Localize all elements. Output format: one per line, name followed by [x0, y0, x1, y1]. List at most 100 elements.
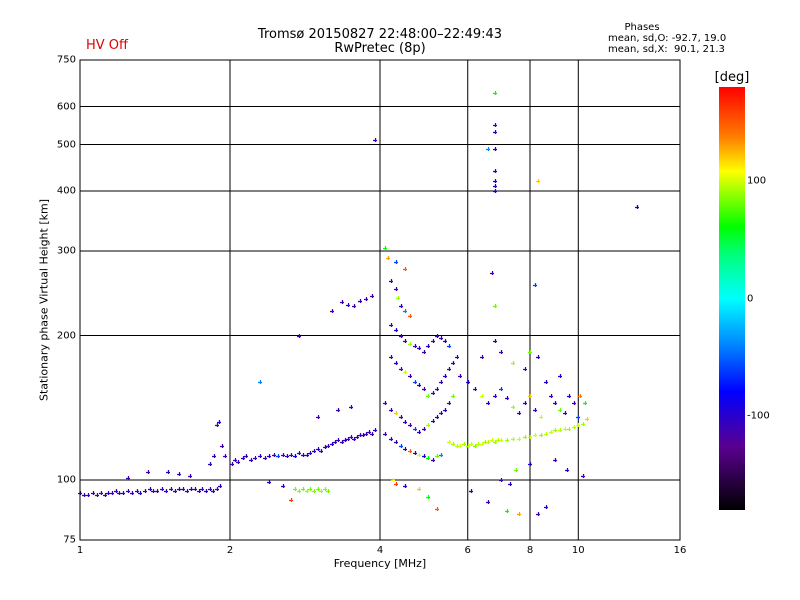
- data-point: [435, 454, 439, 458]
- data-point: [493, 179, 497, 183]
- data-point: [148, 487, 152, 491]
- ionogram-figure: HV Off Tromsø 20150827 22:48:00–22:49:43…: [0, 0, 800, 600]
- data-point: [155, 489, 159, 493]
- data-point: [391, 478, 395, 482]
- data-point: [316, 447, 320, 451]
- data-point: [95, 493, 99, 497]
- x-tick-label: 2: [226, 545, 234, 556]
- data-point: [413, 380, 417, 384]
- data-point: [253, 456, 257, 460]
- data-point: [301, 487, 305, 491]
- data-point: [403, 309, 407, 313]
- data-point: [403, 370, 407, 374]
- y-tick-label: 75: [63, 534, 76, 546]
- data-point: [403, 484, 407, 488]
- data-point: [200, 487, 204, 491]
- data-point: [528, 394, 532, 398]
- data-point: [336, 438, 340, 442]
- data-point: [263, 456, 267, 460]
- data-point: [439, 411, 443, 415]
- data-point: [435, 387, 439, 391]
- x-tick-label: 10: [571, 545, 585, 556]
- data-point: [528, 435, 532, 439]
- data-point: [508, 482, 512, 486]
- y-tick-label: 100: [56, 474, 76, 486]
- data-point: [439, 336, 443, 340]
- data-point: [204, 489, 208, 493]
- x-tick-label: 16: [673, 545, 687, 556]
- data-point: [173, 489, 177, 493]
- data-point: [469, 442, 473, 446]
- data-point: [462, 442, 466, 446]
- data-point: [493, 339, 497, 343]
- data-point: [399, 304, 403, 308]
- data-point: [403, 447, 407, 451]
- data-point: [403, 267, 407, 271]
- data-point: [476, 442, 480, 446]
- data-point: [533, 283, 537, 287]
- data-point: [126, 476, 130, 480]
- data-point: [297, 489, 301, 493]
- data-point: [408, 374, 412, 378]
- data-point: [486, 440, 490, 444]
- data-point: [528, 350, 532, 354]
- data-point: [218, 484, 222, 488]
- data-point: [447, 344, 451, 348]
- data-point: [499, 387, 503, 391]
- data-point: [499, 438, 503, 442]
- data-point: [281, 484, 285, 488]
- data-point: [408, 342, 412, 346]
- data-point: [536, 355, 540, 359]
- data-point: [316, 487, 320, 491]
- data-point: [422, 427, 426, 431]
- data-point: [517, 437, 521, 441]
- data-point: [511, 405, 515, 409]
- data-point: [399, 367, 403, 371]
- data-point: [408, 449, 412, 453]
- data-point: [188, 474, 192, 478]
- data-point: [565, 468, 569, 472]
- data-point: [439, 380, 443, 384]
- data-point: [435, 507, 439, 511]
- data-point: [417, 383, 421, 387]
- data-point: [539, 433, 543, 437]
- data-point: [417, 453, 421, 457]
- data-point: [499, 478, 503, 482]
- data-point: [431, 419, 435, 423]
- data-point: [435, 334, 439, 338]
- data-point: [312, 449, 316, 453]
- data-point: [215, 423, 219, 427]
- data-point: [517, 411, 521, 415]
- data-point: [635, 205, 639, 209]
- data-point: [533, 408, 537, 412]
- data-point: [383, 246, 387, 250]
- data-point: [426, 495, 430, 499]
- data-point: [166, 470, 170, 474]
- data-point: [281, 453, 285, 457]
- data-point: [493, 184, 497, 188]
- data-point: [544, 432, 548, 436]
- data-point: [258, 454, 262, 458]
- data-point: [447, 367, 451, 371]
- data-point: [308, 451, 312, 455]
- data-point: [413, 451, 417, 455]
- data-point: [346, 303, 350, 307]
- y-tick-label: 400: [56, 185, 76, 197]
- data-point: [539, 415, 543, 419]
- data-point: [585, 417, 589, 421]
- data-point: [486, 401, 490, 405]
- data-point: [308, 487, 312, 491]
- data-point: [517, 512, 521, 516]
- data-point: [373, 428, 377, 432]
- data-point: [533, 433, 537, 437]
- data-point: [431, 391, 435, 395]
- data-point: [473, 387, 477, 391]
- data-point: [114, 489, 118, 493]
- colorbar-tick-label: 100: [747, 175, 767, 187]
- data-point: [249, 458, 253, 462]
- plot-area: [78, 59, 745, 541]
- data-point: [413, 344, 417, 348]
- data-point: [312, 489, 316, 493]
- data-point: [403, 420, 407, 424]
- data-point: [349, 435, 353, 439]
